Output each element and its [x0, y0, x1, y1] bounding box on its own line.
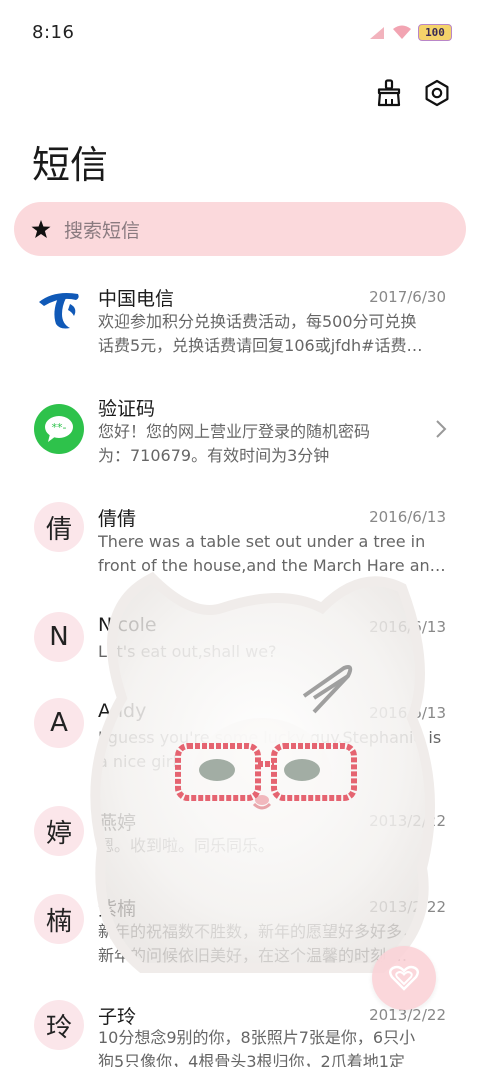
avatar: N: [34, 612, 84, 662]
message-date: 2016/6/13: [369, 508, 446, 526]
clean-button[interactable]: [374, 78, 404, 108]
avatar: **-: [34, 404, 84, 454]
contact-name: 倩倩: [98, 508, 137, 530]
conversation-row[interactable]: **- 验证码 您好！您的网上营业厅登录的随机密码 为：710679。有效时间为…: [0, 378, 480, 488]
contact-name: 燕婷: [98, 812, 137, 834]
status-icons: 100: [368, 24, 452, 41]
message-preview: Let's eat out,shall we?: [98, 642, 277, 661]
chevron-right-icon[interactable]: [434, 418, 448, 440]
avatar: 倩: [34, 502, 84, 552]
page-title: 短信: [32, 143, 109, 187]
message-bubble-icon: **-: [45, 416, 73, 442]
message-preview: 欢迎参加积分兑换话费活动，每500分可兑换 话费5元，兑换话费请回复106或jf…: [98, 312, 423, 355]
avatar: 玲: [34, 1000, 84, 1050]
conversation-row[interactable]: N Nicole 2016/6/13 Let's eat out,shall w…: [0, 598, 480, 684]
heart-icon: [389, 965, 419, 991]
search-bar[interactable]: 搜索短信: [14, 202, 466, 256]
message-date: 2013/2/22: [369, 812, 446, 830]
contact-name: 验证码: [98, 398, 156, 420]
wifi-icon: [393, 25, 411, 39]
star-search-icon: [31, 220, 51, 238]
conversation-row[interactable]: 婷 燕婷 2013/2/22 嗯。收到啦。同乐同乐。: [0, 794, 480, 880]
avatar: 楠: [34, 894, 84, 944]
broom-icon: [377, 79, 401, 107]
compose-button[interactable]: [372, 946, 436, 1010]
conversation-row[interactable]: 中国电信 2017/6/30 欢迎参加积分兑换话费活动，每500分可兑换 话费5…: [0, 268, 480, 378]
contact-name: 中国电信: [98, 288, 175, 310]
conversation-row[interactable]: 倩 倩倩 2016/6/13 There was a table set out…: [0, 488, 480, 598]
contact-name: Andy: [98, 700, 147, 722]
message-preview: 10分想念9别的你，8张照片7张是你，6只小 狗5只像你，4根骨头3根归你，2爪…: [98, 1028, 416, 1067]
message-date: 2013/2/22: [369, 898, 446, 916]
contact-name: Nicole: [98, 614, 157, 636]
settings-icon: [425, 79, 449, 107]
avatar: A: [34, 698, 84, 748]
settings-button[interactable]: [422, 78, 452, 108]
contact-name: 子玲: [98, 1006, 137, 1028]
svg-text:**-: **-: [52, 421, 67, 434]
avatar: 婷: [34, 806, 84, 856]
contact-name: 紫楠: [98, 898, 137, 920]
conversation-row[interactable]: A Andy 2016/6/13 I guess you're some luc…: [0, 684, 480, 794]
message-preview: There was a table set out under a tree i…: [98, 532, 446, 575]
avatar: [34, 284, 84, 334]
status-bar: 8:16 100: [0, 0, 480, 64]
status-time: 8:16: [32, 22, 75, 43]
top-actions: [374, 78, 452, 108]
battery-icon: 100: [418, 24, 452, 41]
message-date: 2016/6/13: [369, 704, 446, 722]
search-placeholder: 搜索短信: [64, 219, 141, 242]
message-preview: 您好！您的网上营业厅登录的随机密码 为：710679。有效时间为3分钟: [98, 422, 371, 465]
message-preview: 嗯。收到啦。同乐同乐。: [98, 836, 275, 855]
china-telecom-logo-icon: [39, 293, 79, 329]
message-date: 2017/6/30: [369, 288, 446, 306]
signal-icon: [370, 26, 384, 39]
message-date: 2016/6/13: [369, 618, 446, 636]
message-preview: I guess you're some lucky guy.Stephanie …: [98, 728, 442, 771]
